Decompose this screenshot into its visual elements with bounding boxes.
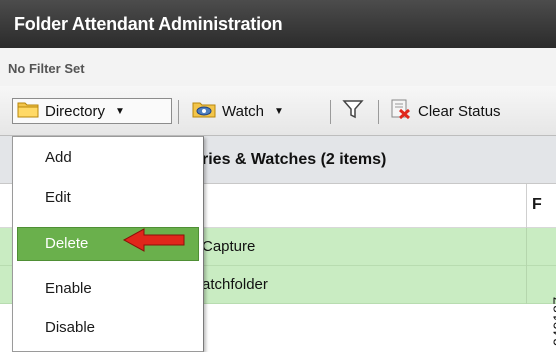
figure-id-text: 249187 [550, 296, 556, 346]
menu-item-label: Disable [45, 319, 96, 336]
menu-item-enable[interactable]: Enable [17, 272, 199, 306]
window-title: Folder Attendant Administration [14, 14, 283, 34]
window-title-bar: Folder Attendant Administration [0, 0, 556, 48]
toolbar-separator [378, 100, 379, 124]
menu-item-edit[interactable]: Edit [17, 181, 199, 215]
column-divider [526, 184, 527, 228]
toolbar-separator [178, 100, 179, 124]
filter-button[interactable] [336, 98, 370, 124]
filter-status: No Filter Set [8, 61, 85, 76]
toolbar-separator [330, 100, 331, 124]
filter-icon [342, 98, 364, 124]
directory-dropdown-button[interactable]: Directory ▼ [12, 98, 172, 124]
pointer-arrow-icon [122, 227, 188, 253]
figure-id-watermark: 249187 [526, 282, 556, 352]
menu-item-disable[interactable]: Disable [17, 311, 199, 345]
menu-item-label: Enable [45, 280, 92, 297]
watch-dropdown-button[interactable]: Watch ▼ [186, 98, 326, 124]
row-name: Capture [202, 238, 256, 255]
filter-bar: No Filter Set [0, 48, 556, 86]
menu-item-add[interactable]: Add [17, 141, 199, 175]
toolbar: Directory ▼ Watch ▼ Clear Status [0, 86, 556, 136]
folder-icon [17, 100, 39, 122]
watch-folder-icon [192, 100, 216, 122]
clear-status-label: Clear Status [418, 102, 501, 120]
menu-item-label: Delete [45, 235, 89, 252]
menu-item-label: Edit [45, 189, 71, 206]
section-title: ries & Watches (2 items) [202, 151, 387, 168]
directory-label: Directory [45, 102, 106, 120]
watch-label: Watch [222, 102, 264, 120]
chevron-down-icon: ▼ [115, 105, 125, 117]
clear-status-button[interactable]: Clear Status [386, 98, 556, 124]
row-name: atchfolder [202, 276, 268, 293]
column-divider [526, 228, 527, 266]
chevron-down-icon: ▼ [273, 105, 284, 117]
menu-item-label: Add [45, 149, 72, 166]
column-header-label: F [532, 196, 542, 213]
clear-status-icon [390, 98, 412, 124]
